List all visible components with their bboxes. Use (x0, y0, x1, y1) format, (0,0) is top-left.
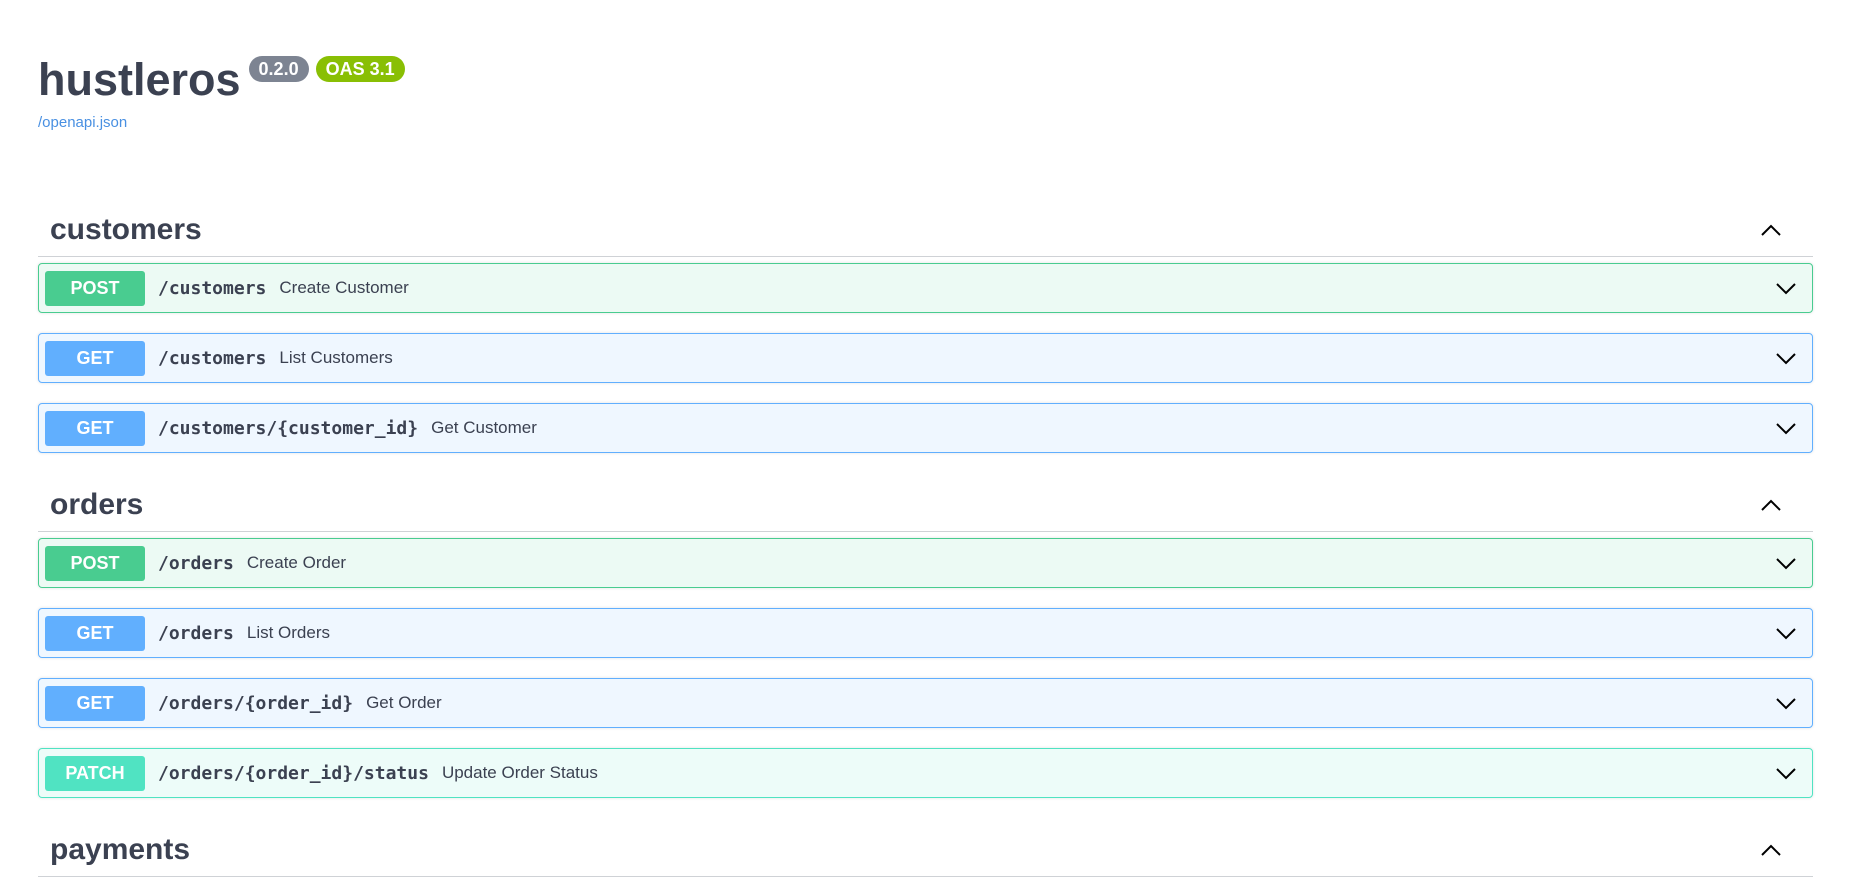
operation-summary: List Orders (246, 623, 330, 642)
api-info: hustleros 0.2.0 OAS 3.1 /openapi.json (38, 50, 405, 131)
method-badge: GET (45, 410, 145, 446)
tag-name: payments (50, 833, 191, 866)
method-badge: PATCH (45, 755, 145, 791)
openapi-json-link[interactable]: /openapi.json (38, 114, 405, 131)
tag-header-orders[interactable]: orders (38, 473, 1813, 532)
tag-section-customers: customers POST /customers Create Custome… (38, 198, 1813, 453)
chevron-down-icon[interactable] (1774, 416, 1798, 440)
method-badge: GET (45, 340, 145, 376)
chevron-up-icon[interactable] (1759, 218, 1783, 242)
operation-path: /customers (158, 347, 267, 369)
method-badge: GET (45, 615, 145, 651)
tag-sections: customers POST /customers Create Custome… (38, 198, 1813, 877)
chevron-down-icon[interactable] (1774, 346, 1798, 370)
tag-section-payments: payments (38, 818, 1813, 877)
operation-summary: Update Order Status (441, 763, 598, 782)
operation-get-order[interactable]: GET /orders/{order_id} Get Order (38, 678, 1813, 728)
tag-name: orders (50, 488, 144, 521)
operation-post-customers[interactable]: POST /customers Create Customer (38, 263, 1813, 313)
chevron-up-icon[interactable] (1759, 838, 1783, 862)
operation-patch-order-status[interactable]: PATCH /orders/{order_id}/status Update O… (38, 748, 1813, 798)
chevron-down-icon[interactable] (1774, 276, 1798, 300)
method-badge: POST (45, 545, 145, 581)
operations-orders: POST /orders Create Order GET /orders Li… (38, 532, 1813, 798)
method-badge: POST (45, 270, 145, 306)
operations-customers: POST /customers Create Customer GET /cus… (38, 257, 1813, 453)
chevron-down-icon[interactable] (1774, 621, 1798, 645)
version-badge: 0.2.0 (248, 56, 309, 82)
tag-section-orders: orders POST /orders Create Order GET /or… (38, 473, 1813, 798)
operation-summary: List Customers (279, 348, 393, 367)
operation-path: /orders/{order_id} (158, 692, 354, 714)
operation-summary: Create Order (246, 553, 347, 572)
chevron-down-icon[interactable] (1774, 761, 1798, 785)
tag-header-customers[interactable]: customers (38, 198, 1813, 257)
operation-path: /customers/{customer_id} (158, 417, 419, 439)
chevron-down-icon[interactable] (1774, 551, 1798, 575)
operation-path: /orders (158, 552, 234, 574)
operation-post-orders[interactable]: POST /orders Create Order (38, 538, 1813, 588)
operation-get-customer[interactable]: GET /customers/{customer_id} Get Custome… (38, 403, 1813, 453)
api-title: hustleros (38, 54, 241, 105)
oas-badge: OAS 3.1 (315, 56, 405, 82)
operation-path: /orders (158, 622, 234, 644)
operation-summary: Create Customer (279, 278, 409, 297)
operation-get-orders[interactable]: GET /orders List Orders (38, 608, 1813, 658)
chevron-down-icon[interactable] (1774, 691, 1798, 715)
operation-summary: Get Customer (431, 418, 537, 437)
operation-path: /orders/{order_id}/status (158, 762, 429, 784)
operation-summary: Get Order (366, 693, 442, 712)
operation-get-customers[interactable]: GET /customers List Customers (38, 333, 1813, 383)
tag-name: customers (50, 213, 202, 246)
operation-path: /customers (158, 277, 267, 299)
tag-header-payments[interactable]: payments (38, 818, 1813, 877)
swagger-page: hustleros 0.2.0 OAS 3.1 /openapi.json cu… (0, 0, 1849, 880)
chevron-up-icon[interactable] (1759, 493, 1783, 517)
method-badge: GET (45, 685, 145, 721)
title-row: hustleros 0.2.0 OAS 3.1 (38, 50, 405, 110)
